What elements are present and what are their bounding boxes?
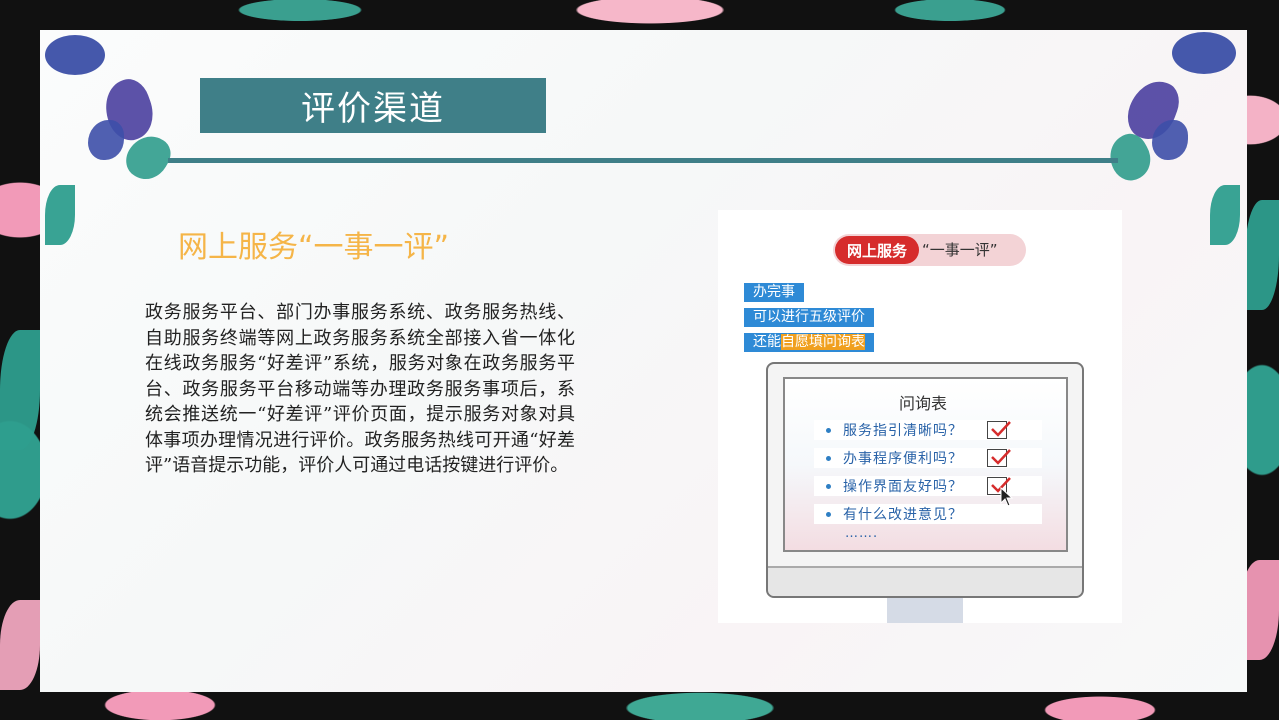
questionnaire-item-text: 办事程序便利吗？ [843, 451, 963, 467]
monitor-stand [887, 598, 963, 623]
tag-questionnaire-highlight: 自愿填问询表 [781, 334, 865, 350]
leaf-decoration [1210, 185, 1240, 245]
tag-questionnaire: 还能自愿填问询表 [744, 333, 874, 352]
bullet-icon [826, 483, 831, 489]
monitor-chin [768, 566, 1082, 596]
title-divider [168, 158, 1118, 163]
tag-questionnaire-prefix: 还能 [753, 334, 781, 350]
tag-finish: 办完事 [744, 283, 804, 302]
leaf-decoration [45, 35, 105, 75]
section-subtitle: 网上服务“一事一评” [178, 230, 450, 265]
checkbox-checked-icon [987, 449, 1011, 467]
butterfly-icon [1100, 73, 1190, 190]
leaf-decoration [0, 600, 40, 690]
bullet-icon [826, 511, 831, 517]
leaf-decoration [45, 185, 75, 245]
questionnaire-title: 问询表 [899, 394, 948, 413]
leaf-decoration [1245, 200, 1279, 310]
body-paragraph: 政务服务平台、部门办事服务系统、政务服务热线、自助服务终端等网上政务服务系统全部… [145, 302, 575, 476]
questionnaire-more: ……. [845, 526, 879, 541]
badge-red-label: 网上服务 [835, 236, 919, 264]
questionnaire-item-text: 操作界面友好吗？ [843, 479, 963, 495]
title-banner: 评价渠道 [200, 78, 546, 133]
leaf-decoration [1172, 32, 1236, 74]
checkbox-checked-icon [987, 421, 1011, 439]
butterfly-icon [88, 73, 178, 190]
page-title: 评价渠道 [301, 89, 445, 129]
tag-rating: 可以进行五级评价 [744, 308, 874, 327]
questionnaire-item-text: 服务指引清晰吗？ [843, 423, 963, 439]
questionnaire-item-text: 有什么改进意见？ [843, 507, 963, 523]
mouse-pointer-icon [1000, 486, 1014, 511]
bullet-icon [826, 455, 831, 461]
bullet-icon [826, 427, 831, 433]
leaf-decoration [0, 330, 40, 450]
badge-text: “一事一评” [922, 241, 998, 259]
